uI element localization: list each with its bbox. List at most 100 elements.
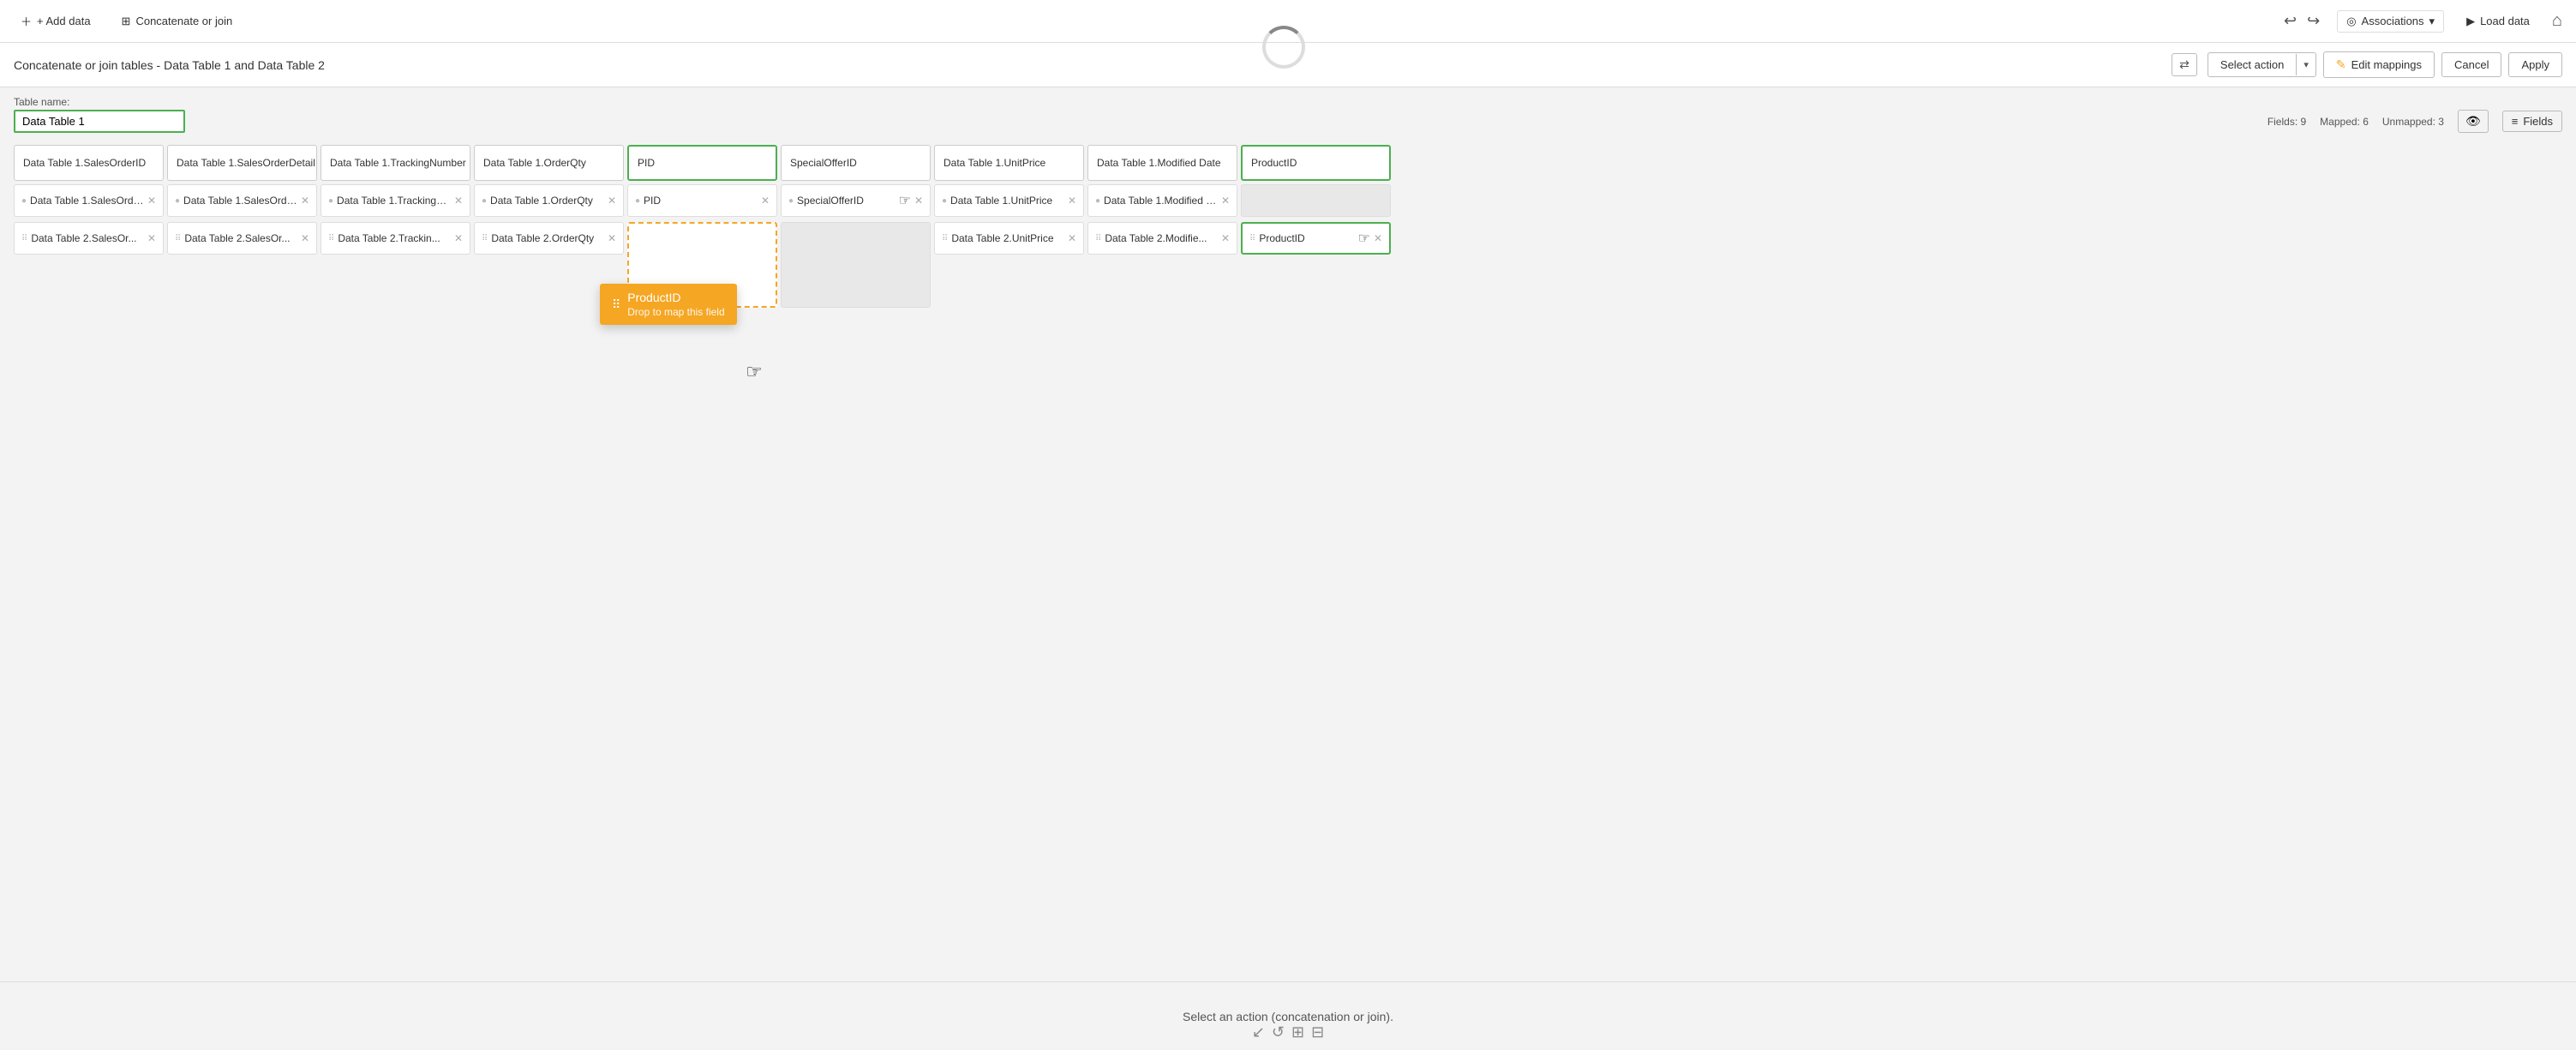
chip-drag-icon: ⠿ <box>21 234 27 243</box>
close-chip-icon[interactable]: ✕ <box>1068 195 1076 207</box>
undo-redo-group: ↩ ↪ <box>2280 9 2323 33</box>
empty-row1-col9 <box>1241 184 1391 217</box>
home-button[interactable]: ⌂ <box>2552 11 2562 31</box>
chip-drag-icon: ● <box>328 196 333 206</box>
field-chip-row2-col9[interactable]: ⠿ ProductID ☞ ✕ <box>1241 222 1391 255</box>
column-header-col5: PID <box>627 145 777 181</box>
close-chip-icon[interactable]: ✕ <box>1068 232 1076 244</box>
column-col7: Data Table 1.UnitPrice● Data Table 1.Uni… <box>934 145 1084 309</box>
swap-button[interactable]: ⇄ <box>2172 53 2197 76</box>
field-chip-row1-col6[interactable]: ● SpecialOfferID ☞ ✕ <box>781 184 931 217</box>
empty-row2-col6 <box>781 222 931 308</box>
concat-icon: ⊞ <box>122 15 131 28</box>
close-chip-icon[interactable]: ✕ <box>1221 232 1230 244</box>
bottom-bar-text: Select an action (concatenation or join)… <box>1183 1010 1393 1023</box>
loading-spinner <box>1262 26 1305 69</box>
drag-chip-sublabel: Drop to map this field <box>627 306 724 318</box>
load-data-label: Load data <box>2480 15 2530 27</box>
chip-drag-icon: ⠿ <box>1095 234 1101 243</box>
close-chip-icon[interactable]: ✕ <box>454 195 463 207</box>
close-chip-icon[interactable]: ✕ <box>608 195 616 207</box>
select-action-button[interactable]: Select action <box>2208 53 2296 76</box>
chip-drag-icon: ● <box>635 196 640 206</box>
toolbar-right: ↩ ↪ ◎ Associations ▾ ▶ Load data ⌂ <box>2280 9 2562 33</box>
redo-button[interactable]: ↪ <box>2303 9 2323 33</box>
column-col6: SpecialOfferID● SpecialOfferID ☞ ✕ <box>781 145 931 309</box>
fields-button[interactable]: ≡ Fields <box>2502 111 2562 132</box>
field-chip-row1-col4[interactable]: ● Data Table 1.OrderQty ✕ <box>474 184 624 217</box>
chip-drag-icon: ⠿ <box>1249 234 1255 243</box>
close-chip-icon[interactable]: ✕ <box>147 195 156 207</box>
concat-join-label: Concatenate or join <box>135 15 232 27</box>
bottom-icon-1[interactable]: ↙ <box>1252 1023 1265 1041</box>
field-chip-row2-col3[interactable]: ⠿ Data Table 2.Trackin... ✕ <box>321 222 470 255</box>
concat-join-button[interactable]: ⊞ Concatenate or join <box>115 11 240 32</box>
apply-button[interactable]: Apply <box>2508 52 2562 77</box>
close-chip-icon[interactable]: ✕ <box>761 195 770 207</box>
close-chip-icon[interactable]: ✕ <box>608 232 616 244</box>
fields-mapped: Mapped: 6 <box>2320 116 2369 128</box>
associations-label: Associations <box>2362 15 2424 27</box>
drag-chip-icon: ⠿ <box>612 297 620 312</box>
toolbar-left: ＋ + Add data ⊞ Concatenate or join <box>14 9 2263 33</box>
chip-text: Data Table 2.OrderQty <box>491 232 604 244</box>
column-header-col2: Data Table 1.SalesOrderDetailID <box>167 145 317 181</box>
cancel-button[interactable]: Cancel <box>2441 52 2501 77</box>
chip-drag-icon: ⠿ <box>175 234 181 243</box>
table-name-label: Table name: <box>14 96 185 108</box>
column-header-col1: Data Table 1.SalesOrderID <box>14 145 164 181</box>
undo-button[interactable]: ↩ <box>2280 9 2300 33</box>
bottom-icon-4[interactable]: ⊟ <box>1311 1023 1324 1041</box>
fields-summary: Fields: 9 Mapped: 6 Unmapped: 3 👁 ≡ Fiel… <box>2267 110 2562 133</box>
field-chip-row2-col7[interactable]: ⠿ Data Table 2.UnitPrice ✕ <box>934 222 1084 255</box>
add-data-button[interactable]: ＋ + Add data <box>14 9 98 33</box>
chip-drag-icon: ● <box>788 196 794 206</box>
load-data-button[interactable]: ▶ Load data <box>2458 11 2538 32</box>
spinner-overlay <box>1262 26 1314 77</box>
field-chip-row2-col4[interactable]: ⠿ Data Table 2.OrderQty ✕ <box>474 222 624 255</box>
bottom-icons: ↙ ↺ ⊞ ⊟ <box>1252 1023 1324 1041</box>
field-chip-row2-col2[interactable]: ⠿ Data Table 2.SalesOr... ✕ <box>167 222 317 255</box>
chip-text: Data Table 1.SalesOrderID <box>30 195 144 207</box>
close-chip-icon[interactable]: ✕ <box>301 195 309 207</box>
chip-text: Data Table 1.UnitPrice <box>950 195 1064 207</box>
edit-mappings-button[interactable]: ✎ Edit mappings <box>2323 51 2435 78</box>
close-chip-icon[interactable]: ✕ <box>454 232 463 244</box>
chip-drag-icon: ● <box>21 196 27 206</box>
close-chip-icon[interactable]: ✕ <box>1221 195 1230 207</box>
chip-text: PID <box>644 195 758 207</box>
page-title: Concatenate or join tables - Data Table … <box>14 58 2161 72</box>
field-chip-row2-col1[interactable]: ⠿ Data Table 2.SalesOr... ✕ <box>14 222 164 255</box>
field-chip-row1-col2[interactable]: ● Data Table 1.SalesOrder... ✕ <box>167 184 317 217</box>
close-chip-icon[interactable]: ✕ <box>301 232 309 244</box>
hand-icon: ☞ <box>1358 230 1370 247</box>
plus-icon: ＋ <box>21 13 32 29</box>
chip-drag-icon: ● <box>942 196 947 206</box>
close-chip-icon[interactable]: ✕ <box>1374 232 1382 244</box>
field-chip-row1-col5[interactable]: ● PID ✕ <box>627 184 777 217</box>
bottom-icon-2[interactable]: ↺ <box>1272 1023 1285 1041</box>
chip-drag-icon: ● <box>1095 196 1100 206</box>
add-data-label: + Add data <box>37 15 91 27</box>
column-header-col3: Data Table 1.TrackingNumber <box>321 145 470 181</box>
close-chip-icon[interactable]: ✕ <box>914 195 923 207</box>
select-action-wrapper: Select action ▾ <box>2208 52 2316 77</box>
close-chip-icon[interactable]: ✕ <box>147 232 156 244</box>
fields-total: Fields: 9 <box>2267 116 2306 128</box>
field-chip-row2-col8[interactable]: ⠿ Data Table 2.Modifie... ✕ <box>1087 222 1237 255</box>
select-action-chevron-button[interactable]: ▾ <box>2296 54 2315 75</box>
eye-button[interactable]: 👁 <box>2458 110 2489 133</box>
field-chip-row1-col7[interactable]: ● Data Table 1.UnitPrice ✕ <box>934 184 1084 217</box>
fields-unmapped: Unmapped: 3 <box>2382 116 2444 128</box>
column-col3: Data Table 1.TrackingNumber● Data Table … <box>321 145 470 309</box>
table-name-input[interactable] <box>14 110 185 133</box>
field-chip-row1-col8[interactable]: ● Data Table 1.Modified Date ✕ <box>1087 184 1237 217</box>
column-col9: ProductID⠿ ProductID ☞ ✕ <box>1241 145 1391 309</box>
column-header-col8: Data Table 1.Modified Date <box>1087 145 1237 181</box>
field-chip-row1-col3[interactable]: ● Data Table 1.TrackingNu... ✕ <box>321 184 470 217</box>
associations-button[interactable]: ◎ Associations ▾ <box>2337 10 2444 33</box>
bottom-icon-3[interactable]: ⊞ <box>1291 1023 1304 1041</box>
column-col1: Data Table 1.SalesOrderID● Data Table 1.… <box>14 145 164 309</box>
field-chip-row1-col1[interactable]: ● Data Table 1.SalesOrderID ✕ <box>14 184 164 217</box>
associations-chevron-icon: ▾ <box>2429 15 2435 28</box>
